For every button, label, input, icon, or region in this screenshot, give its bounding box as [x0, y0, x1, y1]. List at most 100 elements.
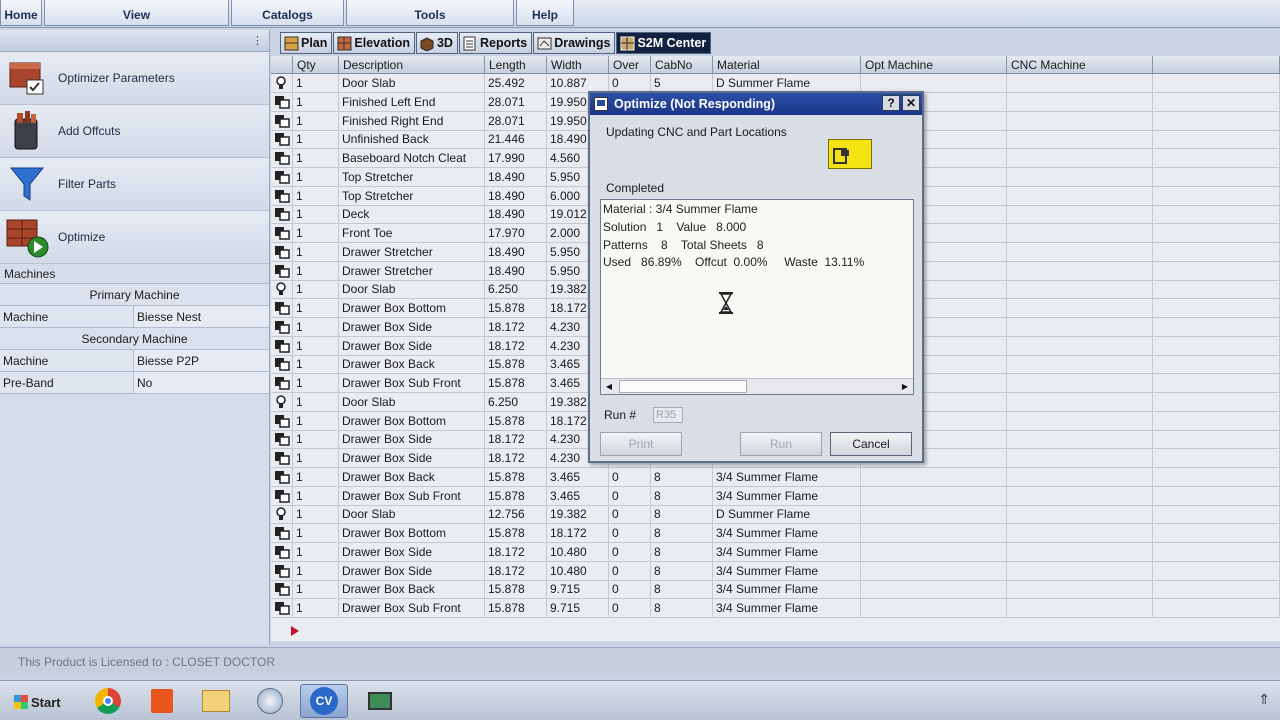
- cell-opt[interactable]: [861, 599, 1007, 618]
- cell-cnc[interactable]: [1007, 505, 1153, 525]
- cell-qty[interactable]: 1: [293, 392, 339, 412]
- door-part-icon[interactable]: [271, 392, 293, 412]
- cell-desc[interactable]: Drawer Box Side: [339, 449, 485, 468]
- cell-width[interactable]: 18.172: [547, 524, 609, 543]
- cell-desc[interactable]: Drawer Box Side: [339, 561, 485, 581]
- cell-cnc[interactable]: [1007, 542, 1153, 562]
- cell-over[interactable]: 0: [609, 505, 651, 525]
- table-row[interactable]: 1 Drawer Box Sub Front 15.878 3.465 0 8 3/4 Su…: [271, 486, 1280, 506]
- dialog-close-button[interactable]: ✕: [902, 95, 920, 111]
- cell-length[interactable]: 25.492: [485, 74, 547, 93]
- cell-desc[interactable]: Finished Left End: [339, 92, 485, 112]
- cell-over[interactable]: 0: [609, 467, 651, 487]
- tab-reports[interactable]: Reports: [458, 32, 533, 54]
- cell-width[interactable]: 9.715: [547, 580, 609, 600]
- cell-cab[interactable]: 8: [651, 561, 713, 581]
- box-part-icon[interactable]: [271, 299, 293, 318]
- cell-extra[interactable]: [1153, 505, 1280, 525]
- col-header-over[interactable]: Over: [609, 56, 651, 74]
- cell-cnc[interactable]: [1007, 149, 1153, 168]
- door-part-icon[interactable]: [271, 74, 293, 93]
- cell-cab[interactable]: 8: [651, 580, 713, 600]
- dialog-help-button[interactable]: ?: [882, 95, 900, 111]
- cell-length[interactable]: 28.071: [485, 111, 547, 131]
- cell-opt[interactable]: [861, 505, 1007, 525]
- run-button[interactable]: Run: [740, 432, 822, 456]
- ribbon-tab-home[interactable]: Home: [0, 0, 42, 26]
- box-part-icon[interactable]: [271, 355, 293, 375]
- cell-length[interactable]: 6.250: [485, 392, 547, 412]
- cell-extra[interactable]: [1153, 317, 1280, 337]
- cell-over[interactable]: 0: [609, 542, 651, 562]
- cell-qty[interactable]: 1: [293, 599, 339, 618]
- box-part-icon[interactable]: [271, 580, 293, 600]
- cell-qty[interactable]: 1: [293, 242, 339, 262]
- cell-length[interactable]: 18.172: [485, 336, 547, 356]
- box-part-icon[interactable]: [271, 92, 293, 112]
- cell-desc[interactable]: Top Stretcher: [339, 167, 485, 187]
- cell-extra[interactable]: [1153, 261, 1280, 281]
- optimize-item[interactable]: Optimize: [0, 211, 269, 264]
- cell-qty[interactable]: 1: [293, 149, 339, 168]
- cell-length[interactable]: 6.250: [485, 280, 547, 300]
- cell-extra[interactable]: [1153, 111, 1280, 131]
- cell-desc[interactable]: Front Toe: [339, 224, 485, 243]
- cell-extra[interactable]: [1153, 449, 1280, 468]
- cell-qty[interactable]: 1: [293, 299, 339, 318]
- cell-cab[interactable]: 8: [651, 542, 713, 562]
- cell-cnc[interactable]: [1007, 205, 1153, 225]
- cell-qty[interactable]: 1: [293, 111, 339, 131]
- cell-over[interactable]: 0: [609, 486, 651, 506]
- cell-extra[interactable]: [1153, 280, 1280, 300]
- cell-qty[interactable]: 1: [293, 224, 339, 243]
- table-row[interactable]: 1 Drawer Box Side 18.172 10.480 0 8 3/4 Summer…: [271, 542, 1280, 562]
- tray-arrow-icon[interactable]: ⇑: [1258, 691, 1270, 708]
- cell-desc[interactable]: Door Slab: [339, 392, 485, 412]
- cell-mat[interactable]: 3/4 Summer Flame: [713, 486, 861, 506]
- cell-length[interactable]: 18.172: [485, 449, 547, 468]
- box-part-icon[interactable]: [271, 261, 293, 281]
- cell-opt[interactable]: [861, 561, 1007, 581]
- taskbar-office[interactable]: [138, 684, 186, 718]
- cell-cab[interactable]: 8: [651, 524, 713, 543]
- cell-width[interactable]: 19.382: [547, 505, 609, 525]
- cell-mat[interactable]: 3/4 Summer Flame: [713, 599, 861, 618]
- tab-drawings[interactable]: Drawings: [533, 32, 616, 54]
- cell-extra[interactable]: [1153, 467, 1280, 487]
- cell-qty[interactable]: 1: [293, 411, 339, 431]
- cell-qty[interactable]: 1: [293, 561, 339, 581]
- cell-over[interactable]: 0: [609, 561, 651, 581]
- cell-extra[interactable]: [1153, 580, 1280, 600]
- ribbon-tab-tools[interactable]: Tools: [346, 0, 514, 26]
- cell-cnc[interactable]: [1007, 524, 1153, 543]
- cell-length[interactable]: 15.878: [485, 524, 547, 543]
- add-offcuts-item[interactable]: Add Offcuts: [0, 105, 269, 158]
- box-part-icon[interactable]: [271, 374, 293, 393]
- cell-cnc[interactable]: [1007, 261, 1153, 281]
- cell-extra[interactable]: [1153, 336, 1280, 356]
- cell-qty[interactable]: 1: [293, 74, 339, 93]
- cell-mat[interactable]: 3/4 Summer Flame: [713, 542, 861, 562]
- cell-over[interactable]: 0: [609, 580, 651, 600]
- cell-length[interactable]: 18.490: [485, 167, 547, 187]
- cell-desc[interactable]: Drawer Box Side: [339, 542, 485, 562]
- cell-desc[interactable]: Baseboard Notch Cleat: [339, 149, 485, 168]
- cell-cnc[interactable]: [1007, 580, 1153, 600]
- cell-mat[interactable]: D Summer Flame: [713, 505, 861, 525]
- cell-length[interactable]: 18.490: [485, 186, 547, 206]
- cell-extra[interactable]: [1153, 524, 1280, 543]
- cell-desc[interactable]: Finished Right End: [339, 111, 485, 131]
- cell-extra[interactable]: [1153, 542, 1280, 562]
- cell-cnc[interactable]: [1007, 411, 1153, 431]
- cell-cnc[interactable]: [1007, 317, 1153, 337]
- cell-extra[interactable]: [1153, 430, 1280, 450]
- box-part-icon[interactable]: [271, 467, 293, 487]
- cell-desc[interactable]: Drawer Box Sub Front: [339, 486, 485, 506]
- cell-qty[interactable]: 1: [293, 336, 339, 356]
- taskbar-folder[interactable]: [192, 684, 240, 718]
- table-row[interactable]: 1 Drawer Box Bottom 15.878 18.172 0 8 3/4 Summ…: [271, 524, 1280, 543]
- tab-s2m-center[interactable]: S2M Center: [616, 32, 712, 54]
- cell-desc[interactable]: Drawer Box Back: [339, 580, 485, 600]
- cell-qty[interactable]: 1: [293, 355, 339, 375]
- ribbon-tab-help[interactable]: Help: [516, 0, 574, 26]
